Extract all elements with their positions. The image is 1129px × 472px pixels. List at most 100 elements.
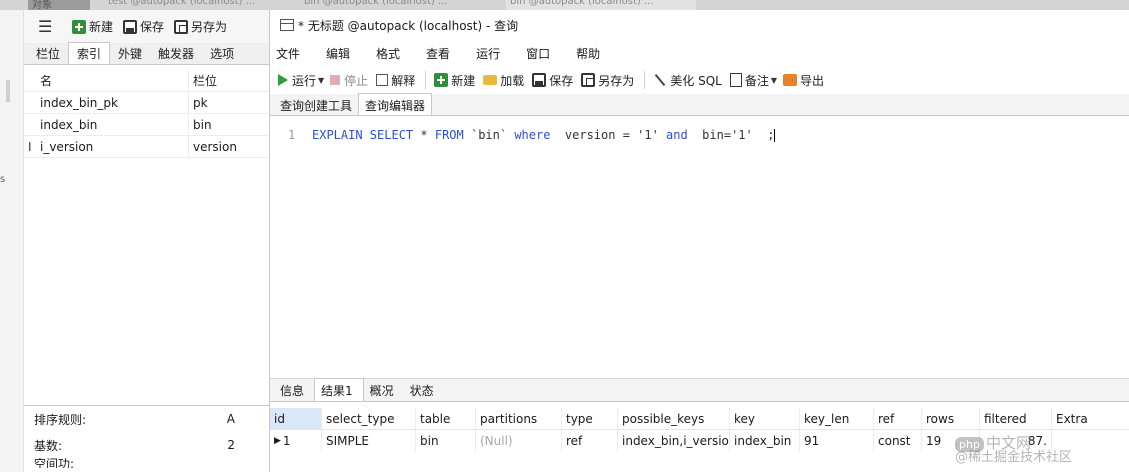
tab-status[interactable]: 状态 bbox=[404, 379, 444, 401]
watermark-text-2: @稀土掘金技术社区 bbox=[955, 450, 1073, 465]
designer-save-button[interactable]: 保存 bbox=[123, 18, 164, 35]
prop-third: 空间功: bbox=[24, 458, 269, 468]
menu-help[interactable]: 帮助 bbox=[576, 45, 600, 62]
sql-code-line[interactable]: EXPLAIN SELECT * FROM `bin` where versio… bbox=[312, 128, 776, 142]
menu-window[interactable]: 窗口 bbox=[526, 45, 550, 62]
tab-result1[interactable]: 结果1 bbox=[314, 378, 364, 401]
result-cell-key[interactable]: index_bin bbox=[730, 430, 800, 452]
toolbar-divider bbox=[425, 71, 427, 89]
designer-new-button[interactable]: 新建 bbox=[72, 18, 113, 35]
menu-view[interactable]: 查看 bbox=[426, 45, 450, 62]
col-header-select-type[interactable]: select_type bbox=[322, 408, 416, 429]
index-name-cell[interactable]: index_bin bbox=[24, 118, 188, 132]
col-header-key[interactable]: key bbox=[730, 408, 800, 429]
new-query-button[interactable]: 新建 bbox=[434, 72, 475, 89]
stop-button[interactable]: 停止 bbox=[330, 72, 368, 89]
tab-options[interactable]: 选项 bbox=[202, 43, 242, 64]
index-field-cell[interactable]: bin bbox=[188, 114, 269, 135]
run-dropdown-icon[interactable]: ▼ bbox=[318, 76, 324, 85]
prop-value[interactable]: A bbox=[227, 412, 269, 426]
col-header-key-len[interactable]: key_len bbox=[800, 408, 874, 429]
tab-foreign-keys[interactable]: 外键 bbox=[110, 43, 150, 64]
result-cell-ref[interactable]: const bbox=[874, 430, 922, 452]
tab-indexes[interactable]: 索引 bbox=[68, 42, 111, 64]
sql-editor[interactable]: 1 EXPLAIN SELECT * FROM `bin` where vers… bbox=[270, 120, 1129, 376]
index-name-cell[interactable]: i_version bbox=[24, 140, 188, 154]
stop-label: 停止 bbox=[344, 73, 369, 88]
beautify-sql-button[interactable]: 美化 SQL bbox=[653, 72, 722, 89]
run-button[interactable]: 运行 bbox=[278, 72, 316, 89]
index-field-cell[interactable]: version bbox=[188, 136, 269, 157]
tab-triggers[interactable]: 触发器 bbox=[150, 43, 202, 64]
table-row[interactable]: I i_version version bbox=[24, 136, 269, 158]
result-cell-type[interactable]: ref bbox=[562, 430, 618, 452]
col-header-possible-keys[interactable]: possible_keys bbox=[618, 408, 730, 429]
window-tab-strip: 对象 test @autopack (localhost) ... bin @a… bbox=[0, 0, 1129, 10]
query-toolbar: 运行 ▼ 停止 解释 新建 加载 保存 另存为 美化 SQL 备注 ▼ 导出 bbox=[270, 66, 1129, 94]
export-button[interactable]: 导出 bbox=[783, 72, 824, 89]
tab-query-builder[interactable]: 查询创建工具 bbox=[274, 94, 358, 115]
col-header-table[interactable]: table bbox=[416, 408, 476, 429]
table-row[interactable]: index_bin bin bbox=[24, 114, 269, 136]
save-label: 保存 bbox=[549, 73, 574, 88]
left-gutter: s bbox=[0, 10, 24, 472]
prop-cardinality: 基数: 2 bbox=[24, 432, 269, 458]
explain-icon bbox=[376, 74, 389, 86]
menu-run[interactable]: 运行 bbox=[476, 45, 500, 62]
designer-tabs: 栏位 索引 外键 触发器 选项 bbox=[24, 42, 269, 65]
tab-objects[interactable]: 对象 bbox=[28, 0, 90, 10]
col-header-type[interactable]: type bbox=[562, 408, 618, 429]
result-cell-table[interactable]: bin bbox=[416, 430, 476, 452]
explain-label: 解释 bbox=[391, 73, 416, 88]
save-as-button[interactable]: 另存为 bbox=[581, 72, 634, 89]
col-header-partitions[interactable]: partitions bbox=[476, 408, 562, 429]
text-caret bbox=[774, 129, 776, 142]
col-header-extra[interactable]: Extra bbox=[1052, 408, 1114, 429]
tab-test-query[interactable]: test @autopack (localhost) ... bbox=[104, 0, 289, 10]
load-button[interactable]: 加载 bbox=[483, 72, 524, 89]
explain-button[interactable]: 解释 bbox=[376, 72, 415, 89]
prop-value[interactable]: 2 bbox=[227, 438, 269, 452]
sql-keyword: and bbox=[666, 128, 688, 142]
export-label: 导出 bbox=[800, 73, 825, 88]
result-cell-key-len[interactable]: 91 bbox=[800, 430, 874, 452]
note-button[interactable]: 备注 bbox=[729, 72, 769, 89]
result-cell-id[interactable]: ▶ 1 bbox=[270, 430, 322, 452]
cell-text: 1 bbox=[282, 434, 291, 448]
col-header-ref[interactable]: ref bbox=[874, 408, 922, 429]
note-dropdown-icon[interactable]: ▼ bbox=[771, 76, 777, 85]
tab-fields[interactable]: 栏位 bbox=[28, 43, 68, 64]
index-name-cell[interactable]: index_bin_pk bbox=[24, 96, 188, 110]
play-icon bbox=[278, 74, 288, 86]
window-title: * 无标题 @autopack (localhost) - 查询 bbox=[298, 18, 519, 33]
col-header-filtered[interactable]: filtered bbox=[980, 408, 1052, 429]
result-header-row: id select_type table partitions type pos… bbox=[270, 408, 1129, 430]
result-cell-possible-keys[interactable]: index_bin,i_version bbox=[618, 430, 730, 452]
beautify-label: 美化 SQL bbox=[670, 73, 722, 88]
column-header-name[interactable]: 名 bbox=[24, 72, 188, 89]
prop-label: 基数: bbox=[34, 438, 63, 453]
tab-bin-query[interactable]: bin @autopack (localhost) ... bbox=[300, 0, 492, 10]
col-header-id[interactable]: id bbox=[270, 408, 322, 429]
new-label: 新建 bbox=[451, 73, 476, 88]
designer-saveas-button[interactable]: 另存为 bbox=[174, 18, 227, 35]
save-icon bbox=[123, 19, 138, 34]
tab-query-editor[interactable]: 查询编辑器 bbox=[358, 93, 433, 115]
index-field-cell[interactable]: pk bbox=[188, 92, 269, 113]
menu-file[interactable]: 文件 bbox=[276, 45, 300, 62]
tab-info[interactable]: 信息 bbox=[274, 379, 314, 401]
load-label: 加载 bbox=[500, 73, 525, 88]
save-button[interactable]: 保存 bbox=[532, 72, 573, 89]
table-row[interactable]: index_bin_pk pk bbox=[24, 92, 269, 114]
menu-format[interactable]: 格式 bbox=[376, 45, 400, 62]
result-cell-partitions[interactable]: (Null) bbox=[476, 430, 562, 452]
tab-profile[interactable]: 概况 bbox=[364, 379, 404, 401]
tab-bin-design[interactable]: bin @autopack (localhost) ... bbox=[506, 0, 696, 10]
save-as-icon bbox=[581, 73, 596, 87]
menu-edit[interactable]: 编辑 bbox=[326, 45, 350, 62]
col-header-rows[interactable]: rows bbox=[922, 408, 980, 429]
column-header-field[interactable]: 栏位 bbox=[188, 70, 269, 91]
hamburger-menu-icon[interactable]: ☰ bbox=[32, 17, 72, 36]
query-subtabs: 查询创建工具 查询编辑器 bbox=[270, 93, 1129, 116]
result-cell-select-type[interactable]: SIMPLE bbox=[322, 430, 416, 452]
